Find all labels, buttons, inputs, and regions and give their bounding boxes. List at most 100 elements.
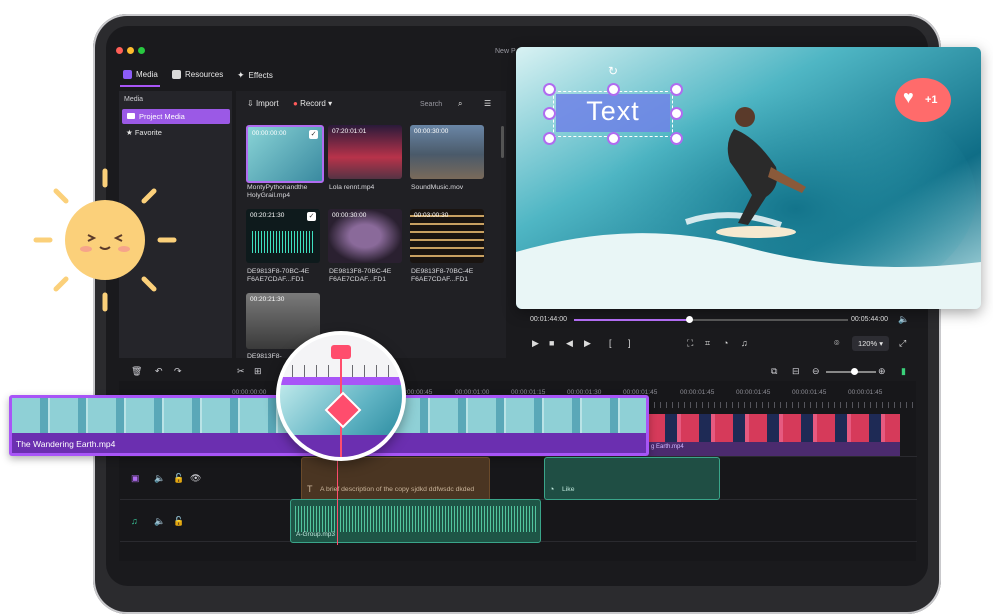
tab-effects[interactable]: ✦ Effects (237, 70, 273, 81)
media-caption: MontyPythonandthe HolyGrail.mp4 (247, 184, 308, 199)
video-clip-secondary[interactable] (647, 414, 900, 456)
chevron-down-icon: ▾ (328, 99, 333, 108)
clip-frames (647, 414, 900, 442)
zoom-select[interactable]: 120% ▾ (852, 336, 889, 351)
timecode-label: 00:00:01:45 (680, 389, 715, 396)
search-input[interactable]: Search (420, 101, 442, 108)
previous-frame-icon[interactable]: ◀︎ (566, 338, 573, 349)
text-icon: T (307, 484, 313, 494)
active-tab-indicator (120, 85, 160, 87)
media-thumbnail[interactable]: 07:20:01:01 (328, 125, 402, 179)
checkbox-checked[interactable]: ✓ (307, 212, 316, 221)
timeline-zoom-knob[interactable] (851, 368, 858, 375)
music-note-icon[interactable]: ♫ (741, 338, 748, 348)
resize-handle[interactable] (607, 83, 620, 96)
grid-icon[interactable]: ⊞ (254, 366, 262, 377)
total-time: 00:05:44:00 (851, 316, 888, 323)
clip-label: A brief description of the copy sjdkd dd… (320, 486, 475, 493)
audio-track-icon: ♫ (131, 516, 138, 526)
lock-icon[interactable]: 🔓 (173, 473, 184, 484)
record-icon: ● (293, 99, 298, 108)
track-divider (120, 456, 917, 457)
search-icon[interactable]: ⌕ (458, 99, 462, 109)
text-clip[interactable] (301, 457, 490, 501)
eye-icon[interactable]: 👁 (190, 473, 201, 484)
media-thumbnail[interactable]: 00:00:30:00 (410, 125, 484, 179)
sun-rays-icon (33, 168, 177, 312)
fit-timeline-icon[interactable]: ⊟ (792, 366, 800, 377)
list-view-icon[interactable]: ☰ (484, 99, 491, 108)
resize-handle[interactable] (670, 107, 683, 120)
timecode-label: 00:00:01:45 (848, 389, 883, 396)
sidebar-item-favorite[interactable]: ★ Favorite (126, 128, 162, 137)
sidebar-title: Media (124, 96, 144, 103)
heart-icon: ♥ (903, 87, 914, 107)
redo-icon[interactable]: ↷ (174, 366, 182, 377)
import-button[interactable]: ⇩ Import (247, 99, 279, 108)
maximize-window-button[interactable] (138, 47, 145, 54)
mark-out-icon[interactable]: ] (628, 338, 631, 348)
sticker-clip[interactable] (544, 457, 720, 500)
media-icon (123, 70, 132, 79)
tab-media[interactable]: Media (123, 70, 158, 79)
resize-handle[interactable] (543, 107, 556, 120)
rotate-handle-icon[interactable]: ↻ (608, 64, 618, 78)
clip-waveform (295, 506, 536, 532)
minimize-window-button[interactable] (127, 47, 134, 54)
resize-handle[interactable] (543, 83, 556, 96)
text-overlay[interactable]: Text (556, 96, 670, 127)
audio-meter-icon[interactable]: ▮ (901, 366, 906, 377)
record-dropdown[interactable]: ● Record ▾ (293, 99, 332, 108)
media-thumbnail[interactable]: 00:03:00:30 (410, 209, 484, 263)
media-thumbnail[interactable]: 00:00:00:00 ✓ (246, 125, 324, 183)
clip-label: Like (562, 486, 575, 493)
import-icon: ⇩ (247, 99, 254, 108)
timecode-label: 00:00:01:45 (736, 389, 771, 396)
close-window-button[interactable] (116, 47, 123, 54)
resources-icon (172, 70, 181, 79)
media-caption: SoundMusic.mov (411, 184, 464, 191)
scissors-icon[interactable]: ✂ (237, 366, 245, 377)
media-caption: Lola rennt.mp4 (329, 184, 375, 191)
lock-icon[interactable]: 🔓 (173, 516, 184, 527)
undo-icon[interactable]: ↶ (155, 366, 163, 377)
media-caption: DE9813F8-70BC-4E F6AE7CDAF...FD1 (329, 268, 392, 283)
resize-handle[interactable] (543, 132, 556, 145)
media-thumbnail[interactable]: 00:20:21:30 ✓ (246, 209, 320, 263)
tab-resources[interactable]: Resources (172, 70, 223, 79)
playhead-magnifier (276, 331, 406, 461)
media-scrollbar[interactable] (501, 126, 504, 158)
speed-icon[interactable]: ◔ (723, 338, 728, 348)
volume-icon[interactable]: 🔈 (154, 516, 165, 527)
resize-handle[interactable] (670, 132, 683, 145)
current-time: 00:01:44:00 (530, 316, 567, 323)
snapshot-icon[interactable]: ⌾ (834, 338, 839, 349)
checkbox-checked[interactable]: ✓ (309, 130, 318, 139)
zoom-in-icon[interactable]: ⊕ (878, 366, 886, 377)
star-icon: ★ (126, 128, 133, 137)
fullscreen-crop-icon[interactable]: ⛶ (687, 338, 693, 349)
volume-icon[interactable]: 🔈 (898, 314, 909, 325)
resize-handle[interactable] (607, 132, 620, 145)
stop-icon[interactable]: ■ (549, 338, 554, 348)
play-icon[interactable]: ▶ (532, 338, 539, 349)
crop-icon[interactable]: ⌗ (705, 338, 710, 349)
zoom-out-icon[interactable]: ⊖ (812, 366, 820, 377)
media-thumbnail[interactable]: 00:00:30:00 (328, 209, 402, 263)
expand-icon[interactable]: ⤢ (899, 338, 906, 349)
like-sticker[interactable]: ♥ +1 (895, 78, 951, 122)
render-preview-icon[interactable]: ⧉ (771, 366, 777, 377)
playback-scrubber[interactable] (686, 316, 693, 323)
playback-progress-fill (574, 319, 690, 321)
next-frame-icon[interactable]: ▶︎ (584, 338, 591, 349)
sidebar-item-project-media[interactable]: Project Media (122, 109, 230, 124)
resize-handle[interactable] (670, 83, 683, 96)
media-caption: DE9813F8-70BC-4E F6AE7CDAF...FD1 (247, 268, 310, 283)
mark-in-icon[interactable]: [ (609, 338, 612, 348)
video-track-icon: ▣ (131, 473, 140, 483)
waveform-icon (252, 231, 314, 253)
folder-icon (127, 113, 135, 119)
volume-icon[interactable]: 🔈 (154, 473, 165, 484)
delete-icon[interactable]: 🗑 (131, 366, 142, 377)
sun-sticker (30, 165, 180, 315)
